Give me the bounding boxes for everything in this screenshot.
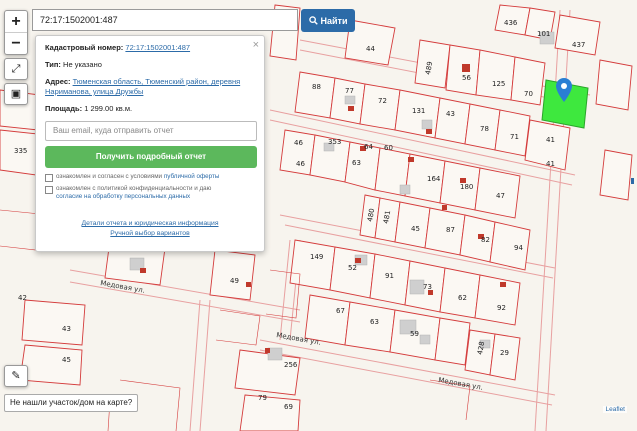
plot-label: 92 <box>497 304 506 312</box>
close-icon[interactable]: × <box>253 39 259 51</box>
zoom-out-button[interactable]: − <box>5 32 27 54</box>
area-row: Площадь: 1 299.00 кв.м. <box>45 104 255 114</box>
offer-consent-label: ознакомлен и согласен с условиями публич… <box>56 173 219 181</box>
plot-label: 62 <box>458 294 467 302</box>
plot-label: 64 <box>364 143 373 151</box>
plot-label: 67 <box>336 307 345 315</box>
plot-label: 131 <box>412 107 425 115</box>
offer-consent: ознакомлен и согласен с условиями публич… <box>45 173 255 182</box>
plot-label: 335 <box>14 147 27 155</box>
plot-label: 60 <box>384 144 393 152</box>
plot-label: 52 <box>348 264 357 272</box>
print-button[interactable]: ▣ <box>4 83 28 105</box>
plot-label: 436 <box>504 19 518 27</box>
report-details-link[interactable]: Детали отчета и юридическая информация <box>45 219 255 229</box>
plot-label: 481 <box>382 210 392 225</box>
privacy-consent-label: ознакомлен с политикой конфиденциальност… <box>56 185 211 201</box>
print-icon: ▣ <box>10 88 22 100</box>
plot-label: 353 <box>328 138 341 146</box>
fullscreen-button[interactable]: ⤢ <box>4 58 28 80</box>
cadastral-row: Кадастровый номер: 72:17:1502001:487 <box>45 43 255 53</box>
address-row: Адрес: Тюменская область, Тюменский райо… <box>45 77 255 97</box>
not-found-button[interactable]: Не нашли участок/дом на карте? <box>4 394 139 412</box>
offer-checkbox[interactable] <box>45 174 53 182</box>
plot-label: 29 <box>500 349 509 357</box>
get-report-button[interactable]: Получить подробный отчет <box>45 146 257 168</box>
plot-label: 125 <box>492 80 505 88</box>
plot-label: 70 <box>524 90 533 98</box>
popup-footer-links: Детали отчета и юридическая информация Р… <box>45 219 255 239</box>
plot-label: 73 <box>423 283 432 291</box>
search-input[interactable]: 72:17:1502001:487 <box>32 9 298 31</box>
scroll-indicator <box>631 178 634 184</box>
plot-label: 164 <box>427 175 441 183</box>
plot-label: 72 <box>378 97 387 105</box>
plot-label: 49 <box>230 277 239 285</box>
zoom-in-button[interactable]: + <box>5 11 27 32</box>
plot-label: 428 <box>476 341 486 356</box>
plot-label: 149 <box>310 253 323 261</box>
plot-label: 489 <box>424 61 434 76</box>
type-label: Тип: <box>45 60 61 69</box>
plot-label: 437 <box>572 41 585 49</box>
privacy-link[interactable]: согласие на обработку персональных данны… <box>56 193 190 200</box>
plot-label: 41 <box>546 136 555 144</box>
privacy-checkbox[interactable] <box>45 186 53 194</box>
area-label: Площадь: <box>45 104 83 113</box>
plot-info-popup: × Кадастровый номер: 72:17:1502001:487 Т… <box>35 35 265 252</box>
plot-label: 46 <box>296 160 305 168</box>
plot-label: 43 <box>446 110 455 118</box>
plot-label: 47 <box>496 192 505 200</box>
search-button[interactable]: Найти <box>301 9 355 32</box>
street-label: Медовая ул. <box>276 331 322 347</box>
expand-icon: ⤢ <box>11 63 21 75</box>
plot-label: 45 <box>411 225 420 233</box>
plot-label: 94 <box>514 244 523 252</box>
type-row: Тип: Не указано <box>45 60 255 70</box>
email-input[interactable]: Ваш email, куда отправить отчет <box>45 121 257 141</box>
offer-link[interactable]: публичной оферты <box>164 173 220 180</box>
address-label: Адрес: <box>45 77 71 86</box>
plot-label: 87 <box>446 226 455 234</box>
plot-label: 256 <box>284 361 298 369</box>
plot-label: 79 <box>258 394 267 402</box>
plot-label: 101 <box>537 30 550 38</box>
plot-label: 45 <box>62 356 71 364</box>
plot-label: 480 <box>366 208 376 223</box>
plot-label: 42 <box>18 294 27 302</box>
street-label: Медовая ул. <box>438 376 484 392</box>
plot-label: 78 <box>480 125 489 133</box>
plot-label: 56 <box>462 74 471 82</box>
offer-consent-text: ознакомлен и согласен с условиями <box>56 173 163 180</box>
type-value: Не указано <box>63 60 102 69</box>
ruler-icon: ✎ <box>11 370 21 382</box>
privacy-consent: ознакомлен с политикой конфиденциальност… <box>45 185 255 201</box>
map-attribution[interactable]: Leaflet <box>603 406 627 413</box>
privacy-consent-text: ознакомлен с политикой конфиденциальност… <box>56 185 212 192</box>
plot-label: 180 <box>460 183 473 191</box>
measure-button[interactable]: ✎ <box>4 365 28 387</box>
search-icon <box>308 16 318 25</box>
address-link[interactable]: Тюменская область, Тюменский район, дере… <box>45 77 240 96</box>
cadastral-link[interactable]: 72:17:1502001:487 <box>125 43 190 52</box>
plot-label: 63 <box>370 318 379 326</box>
plot-label: 63 <box>352 159 361 167</box>
plot-label: 43 <box>62 325 71 333</box>
plot-label: 77 <box>345 87 354 95</box>
plot-label: 82 <box>481 236 490 244</box>
street-label: Медовая ул. <box>100 279 146 295</box>
search-button-label: Найти <box>320 15 348 26</box>
plot-label: 91 <box>385 272 394 280</box>
plot-label: 69 <box>284 403 293 411</box>
area-value: 1 299.00 кв.м. <box>84 104 133 113</box>
plot-label: 59 <box>410 330 419 338</box>
plot-label: 44 <box>366 45 375 53</box>
zoom-control: + − <box>4 10 28 55</box>
plot-label: 41 <box>546 160 555 168</box>
manual-selection-link[interactable]: Ручной выбор вариантов <box>45 229 255 239</box>
plot-label: 71 <box>510 133 519 141</box>
plot-label: 88 <box>312 83 321 91</box>
cadastral-label: Кадастровый номер: <box>45 43 124 52</box>
plot-label: 46 <box>294 139 303 147</box>
